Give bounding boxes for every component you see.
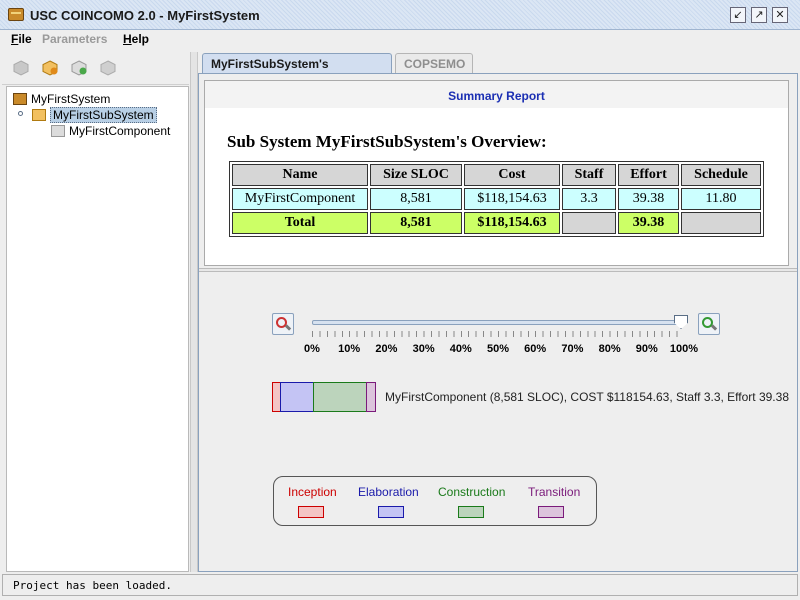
minimize-icon[interactable]: ↙	[730, 7, 746, 23]
tick-label: 100%	[669, 343, 699, 355]
tick-label: 40%	[449, 343, 472, 355]
tab-copsemo[interactable]: COPSEMO	[395, 53, 473, 73]
tab-strip: MyFirstSubSystem's Overview COPSEMO	[198, 52, 798, 91]
col-size: Size SLOC	[370, 164, 462, 186]
tree-node-subsystem-label: MyFirstSubSystem	[50, 107, 157, 123]
legend-label-transition: Transition	[528, 485, 581, 499]
tick-label: 30%	[412, 343, 435, 355]
phase-bar-elaboration[interactable]	[280, 382, 314, 412]
menu-help[interactable]: Help	[123, 32, 149, 46]
col-schedule: Schedule	[681, 164, 761, 186]
component-icon[interactable]	[100, 60, 116, 76]
cell-schedule: 11.80	[681, 188, 761, 210]
phase-bar-construction[interactable]	[313, 382, 367, 412]
menu-help-label: elp	[131, 32, 150, 46]
zoom-in-handle	[710, 324, 718, 331]
zoom-slider-track[interactable]	[312, 320, 684, 325]
zoom-in-button[interactable]	[698, 313, 720, 335]
cell-name: MyFirstComponent	[232, 188, 368, 210]
legend-swatch-inception	[298, 506, 324, 518]
status-bar: Project has been loaded.	[2, 574, 798, 596]
right-panel: MyFirstSubSystem's Overview COPSEMO Summ…	[198, 52, 798, 590]
legend-label-inception: Inception	[288, 485, 337, 499]
col-cost: Cost	[464, 164, 560, 186]
col-staff: Staff	[562, 164, 616, 186]
tick-label: 20%	[375, 343, 398, 355]
summary-report: Summary Report Sub System MyFirstSubSyst…	[204, 80, 789, 266]
component-label-clip: MyFirstComponent (8,581 SLOC), COST $118…	[385, 374, 789, 420]
tree-node-system-label: MyFirstSystem	[31, 92, 111, 106]
summary-title: Summary Report	[448, 89, 545, 103]
window-title: USC COINCOMO 2.0 - MyFirstSystem	[30, 8, 260, 23]
zoom-slider-thumb[interactable]	[674, 315, 688, 329]
total-schedule	[681, 212, 761, 234]
tree-node-component[interactable]: MyFirstComponent	[51, 123, 170, 139]
tick-label: 60%	[524, 343, 547, 355]
menu-parameters-label: Parameters	[42, 32, 108, 46]
add-component-icon[interactable]	[71, 60, 87, 76]
title-bar: USC COINCOMO 2.0 - MyFirstSystem ↙ ↗ ✕	[0, 0, 800, 30]
zoom-out-button[interactable]	[272, 313, 294, 335]
app-icon	[8, 8, 24, 21]
maximize-icon[interactable]: ↗	[751, 7, 767, 23]
tree-node-subsystem[interactable]: MyFirstSubSystem	[32, 107, 157, 123]
cell-staff: 3.3	[562, 188, 616, 210]
menu-help-mnemonic: H	[123, 32, 132, 46]
tick-label: 90%	[635, 343, 658, 355]
component-node-icon	[51, 125, 65, 137]
tree-toggle-icon[interactable]	[18, 111, 23, 116]
table-total-row: Total 8,581 $118,154.63 39.38	[232, 212, 761, 234]
legend-swatch-elaboration	[378, 506, 404, 518]
system-node-icon	[13, 93, 27, 105]
phase-bar-transition[interactable]	[366, 382, 376, 412]
tab-content: Summary Report Sub System MyFirstSubSyst…	[198, 73, 798, 590]
menu-file[interactable]: File	[11, 32, 32, 46]
close-icon[interactable]: ✕	[772, 7, 788, 23]
total-staff	[562, 212, 616, 234]
tick-label: 70%	[561, 343, 584, 355]
status-text: Project has been loaded.	[13, 579, 172, 592]
legend-label-elaboration: Elaboration	[358, 485, 419, 499]
add-subsystem-icon[interactable]	[42, 60, 58, 76]
overview-table: Name Size SLOC Cost Staff Effort Schedul…	[229, 161, 764, 237]
cell-cost: $118,154.63	[464, 188, 560, 210]
legend-label-construction: Construction	[438, 485, 506, 499]
menu-bar: File Parameters Help	[0, 30, 800, 50]
total-label: Total	[232, 212, 368, 234]
subsystem-node-icon	[32, 109, 46, 121]
tick-label: 0%	[304, 343, 320, 355]
system-icon[interactable]	[13, 60, 29, 76]
left-panel: MyFirstSystem MyFirstSubSystem MyFirstCo…	[2, 52, 189, 572]
col-effort: Effort	[618, 164, 679, 186]
col-name: Name	[232, 164, 368, 186]
zoom-out-handle	[284, 324, 292, 331]
split-divider[interactable]	[199, 268, 797, 272]
tree-node-component-label: MyFirstComponent	[69, 124, 171, 138]
zoom-slider-ticks	[312, 331, 684, 337]
overview-title: Sub System MyFirstSubSystem's Overview:	[227, 132, 547, 151]
table-row: MyFirstComponent 8,581 $118,154.63 3.3 3…	[232, 188, 761, 210]
splitter[interactable]	[190, 52, 198, 572]
total-size: 8,581	[370, 212, 462, 234]
tick-label: 10%	[338, 343, 361, 355]
total-cost: $118,154.63	[464, 212, 560, 234]
tick-label: 80%	[598, 343, 621, 355]
cell-effort: 39.38	[618, 188, 679, 210]
cell-size: 8,581	[370, 188, 462, 210]
project-tree: MyFirstSystem MyFirstSubSystem MyFirstCo…	[6, 86, 189, 572]
toolbar	[2, 52, 189, 85]
phase-legend: Inception Elaboration Construction Trans…	[273, 476, 597, 526]
table-header-row: Name Size SLOC Cost Staff Effort Schedul…	[232, 164, 761, 186]
menu-file-label: ile	[18, 32, 32, 46]
total-effort: 39.38	[618, 212, 679, 234]
tab-overview[interactable]: MyFirstSubSystem's Overview	[202, 53, 392, 91]
tick-label: 50%	[486, 343, 510, 355]
legend-swatch-construction	[458, 506, 484, 518]
legend-swatch-transition	[538, 506, 564, 518]
menu-parameters[interactable]: Parameters	[42, 32, 107, 46]
tree-node-system[interactable]: MyFirstSystem	[13, 91, 110, 107]
component-bar-label: MyFirstComponent (8,581 SLOC), COST $118…	[385, 390, 789, 404]
